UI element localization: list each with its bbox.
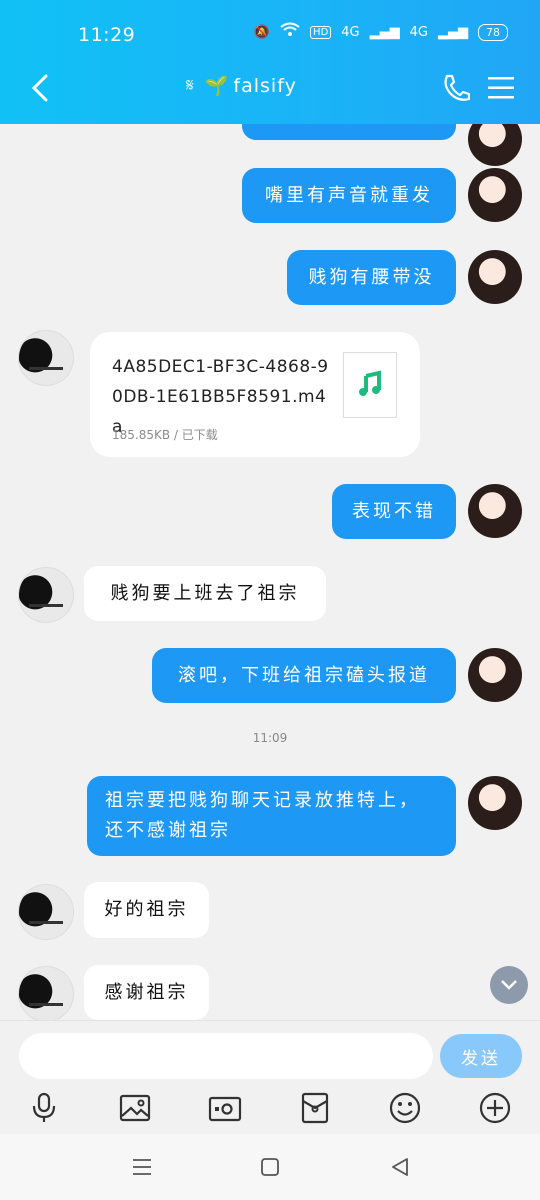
red-packet-tool[interactable] [298, 1091, 332, 1125]
message-bubble[interactable]: 好的祖宗 [84, 882, 209, 938]
avatar[interactable] [18, 884, 74, 940]
header-bar: 11:29 🔕 HD 4G ▂▄▆ 4G ▂▄▆ 78 𝄋 🌱 falsify [0, 0, 540, 124]
avatar[interactable] [18, 966, 74, 1020]
recent-apps-button[interactable] [128, 1154, 156, 1180]
network-label: 4G [341, 24, 360, 40]
back-button[interactable] [386, 1154, 414, 1180]
wifi-icon [280, 22, 300, 42]
message-bubble[interactable]: 祖宗要把贱狗聊天记录放推特上，还不感谢祖宗 [87, 776, 456, 856]
network-label-2: 4G [409, 24, 428, 40]
avatar[interactable] [468, 484, 522, 538]
message-bubble[interactable]: 滚吧，下班给祖宗磕头报道 [152, 648, 456, 703]
message-list[interactable]: 嘴里有声音就重发 贱狗有腰带没 4A85DEC1-BF3C-4868-90DB-… [0, 124, 540, 1020]
signal-icon: ▂▄▆ [369, 24, 400, 40]
status-icons: 🔕 HD 4G ▂▄▆ 4G ▂▄▆ 78 [254, 22, 508, 42]
system-nav-bar [0, 1134, 540, 1200]
home-button[interactable] [256, 1154, 284, 1180]
partial-bubble[interactable] [242, 124, 456, 140]
plus-circle-icon [479, 1092, 511, 1124]
voice-tool[interactable] [27, 1091, 61, 1125]
hd-badge: HD [310, 25, 332, 39]
message-input[interactable] [19, 1033, 433, 1079]
ear-icon: 𝄋 [186, 75, 195, 96]
timestamp: 11:09 [252, 731, 288, 745]
camera-icon [208, 1096, 242, 1122]
input-area: 发送 [0, 1020, 540, 1135]
avatar[interactable] [18, 330, 74, 386]
image-icon [119, 1094, 151, 1122]
input-toolbar [0, 1087, 540, 1135]
message-bubble[interactable]: 贱狗要上班去了祖宗 [84, 566, 326, 621]
bell-off-icon: 🔕 [253, 24, 271, 40]
avatar[interactable] [468, 776, 522, 830]
signal-icon-2: ▂▄▆ [438, 24, 468, 40]
menu-icon[interactable] [488, 76, 514, 100]
avatar[interactable] [468, 168, 522, 222]
microphone-icon [32, 1092, 56, 1122]
avatar[interactable] [468, 250, 522, 304]
message-bubble[interactable]: 感谢祖宗 [84, 965, 209, 1020]
scroll-down-button[interactable] [490, 966, 528, 1004]
title-prefix: 🌱 [204, 75, 230, 97]
more-tool[interactable] [478, 1091, 512, 1125]
file-meta: 185.85KB / 已下载 [112, 428, 218, 442]
back-arrow-icon[interactable] [26, 70, 56, 106]
square-icon [261, 1158, 279, 1176]
file-message[interactable]: 4A85DEC1-BF3C-4868-90DB-1E61BB5F8591.m4a… [90, 332, 420, 457]
red-packet-icon [301, 1092, 329, 1124]
avatar[interactable] [468, 124, 522, 166]
music-file-icon[interactable] [343, 352, 397, 418]
avatar[interactable] [468, 648, 522, 702]
phone-icon[interactable] [440, 72, 470, 104]
battery-indicator: 78 [478, 23, 508, 41]
emoji-icon [389, 1092, 421, 1124]
camera-tool[interactable] [208, 1091, 242, 1125]
menu-lines-icon [133, 1159, 151, 1175]
send-button[interactable]: 发送 [440, 1034, 522, 1078]
title-text: falsify [233, 74, 297, 97]
emoji-tool[interactable] [388, 1091, 422, 1125]
image-tool[interactable] [118, 1091, 152, 1125]
message-bubble[interactable]: 嘴里有声音就重发 [242, 168, 456, 223]
triangle-back-icon [392, 1158, 408, 1176]
chat-title: 𝄋 🌱 falsify [186, 74, 297, 98]
message-bubble[interactable]: 贱狗有腰带没 [287, 250, 456, 305]
avatar[interactable] [18, 567, 74, 623]
message-bubble[interactable]: 表现不错 [332, 484, 456, 539]
status-time: 11:29 [78, 24, 136, 46]
